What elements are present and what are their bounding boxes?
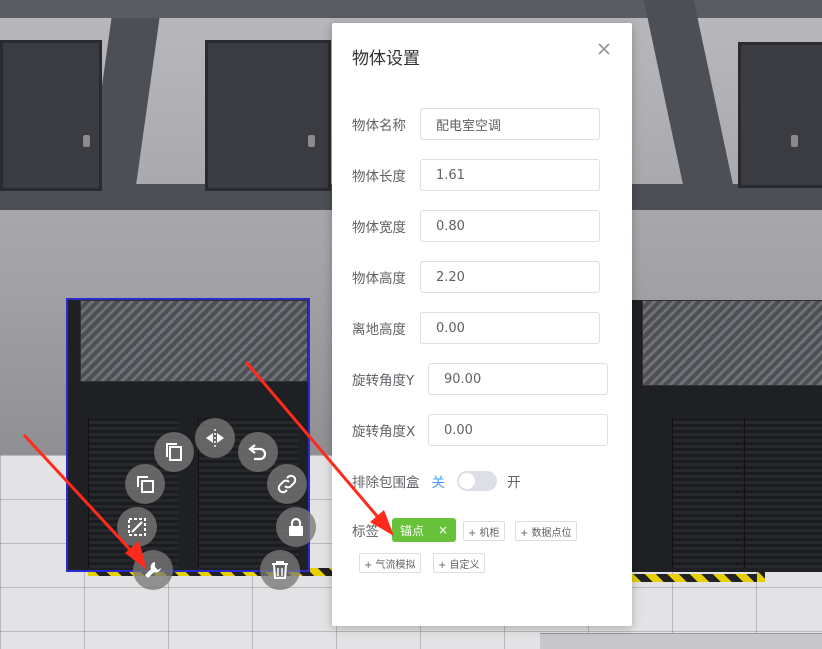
- annotation-arrowhead: [125, 541, 147, 570]
- annotation-arrows: [22, 361, 394, 570]
- annotation-arrow-line: [244, 361, 384, 523]
- annotation-arrow-line: [22, 433, 138, 558]
